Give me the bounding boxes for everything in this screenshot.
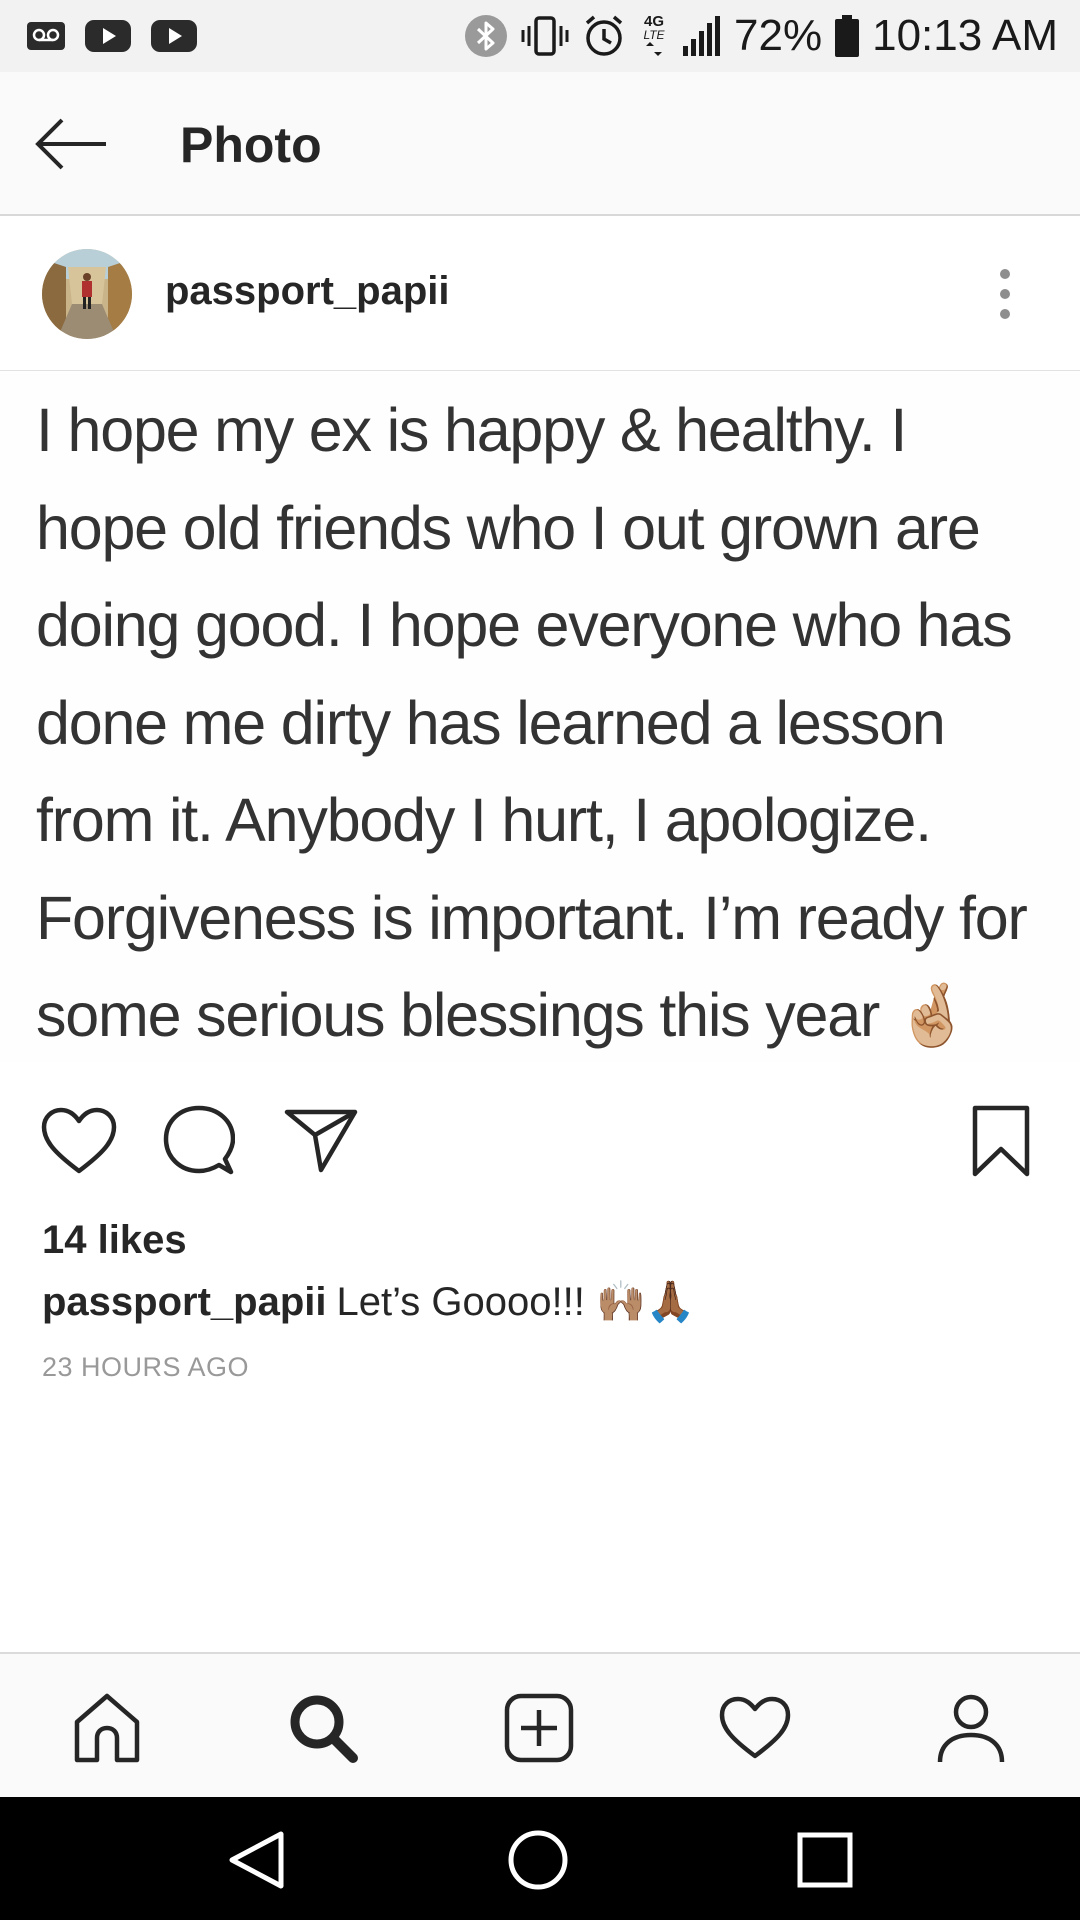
post-action-bar xyxy=(0,1100,1080,1190)
heart-icon xyxy=(41,1107,117,1174)
post-timestamp: 23 HOURS AGO xyxy=(42,1352,250,1382)
search-icon xyxy=(290,1695,358,1763)
battery-percent: 72% xyxy=(734,11,823,60)
caption-text: Let’s Goooo!!! 🙌🏽🙏🏾 xyxy=(336,1280,696,1324)
notification-icons xyxy=(26,19,216,53)
post-image-text: I hope my ex is happy & healthy. I hope … xyxy=(36,396,1028,1049)
nav-home[interactable] xyxy=(62,1688,152,1768)
voicemail-icon xyxy=(26,21,66,51)
post-username[interactable]: passport_papii xyxy=(165,269,450,314)
activity-heart-icon xyxy=(719,1696,791,1759)
share-button[interactable] xyxy=(280,1100,362,1182)
nav-profile[interactable] xyxy=(926,1688,1016,1768)
arrow-left-icon xyxy=(35,118,106,170)
post-image[interactable]: I hope my ex is happy & healthy. I hope … xyxy=(0,372,1080,1062)
signal-icon xyxy=(682,14,722,58)
home-circle-icon xyxy=(508,1830,568,1890)
youtube-icon xyxy=(150,19,198,53)
bottom-nav xyxy=(0,1652,1080,1797)
page-title: Photo xyxy=(180,117,322,173)
system-back-button[interactable] xyxy=(216,1825,296,1895)
youtube-icon xyxy=(84,19,132,53)
post-caption: passport_papii Let’s Goooo!!! 🙌🏽🙏🏾 xyxy=(42,1278,696,1325)
alarm-icon xyxy=(582,14,626,58)
home-icon xyxy=(74,1693,140,1763)
system-home-button[interactable] xyxy=(498,1825,578,1895)
bluetooth-icon xyxy=(464,14,508,58)
share-icon xyxy=(284,1109,358,1173)
lte-icon: 4G LTE xyxy=(638,12,670,60)
system-recents-button[interactable] xyxy=(785,1825,865,1895)
caption-username[interactable]: passport_papii xyxy=(42,1280,327,1324)
nav-activity[interactable] xyxy=(710,1688,800,1768)
avatar[interactable] xyxy=(42,249,132,339)
add-post-icon xyxy=(504,1693,574,1763)
clock: 10:13 AM xyxy=(872,11,1058,60)
system-icons: 4G LTE 72% 10:13 AM xyxy=(452,11,1058,61)
status-bar: 4G LTE 72% 10:13 AM xyxy=(0,0,1080,72)
more-vertical-icon xyxy=(1000,269,1010,319)
battery-icon xyxy=(834,14,860,58)
bookmark-button[interactable] xyxy=(960,1100,1042,1182)
app-header: Photo xyxy=(0,72,1080,216)
comment-button[interactable] xyxy=(158,1100,240,1182)
back-triangle-icon xyxy=(229,1831,284,1889)
post-header: passport_papii xyxy=(0,217,1080,371)
profile-icon xyxy=(937,1694,1005,1763)
back-button[interactable] xyxy=(28,112,112,176)
like-count[interactable]: 14 likes xyxy=(42,1218,187,1263)
nav-new-post[interactable] xyxy=(494,1688,584,1768)
system-nav-bar xyxy=(0,1797,1080,1920)
like-button[interactable] xyxy=(38,1100,120,1182)
comment-icon xyxy=(163,1105,235,1175)
vibrate-icon xyxy=(520,14,570,58)
nav-search[interactable] xyxy=(278,1688,368,1768)
svg-text:LTE: LTE xyxy=(643,28,665,42)
more-options-button[interactable] xyxy=(985,262,1025,326)
bookmark-icon xyxy=(972,1105,1030,1177)
recents-square-icon xyxy=(797,1832,853,1888)
